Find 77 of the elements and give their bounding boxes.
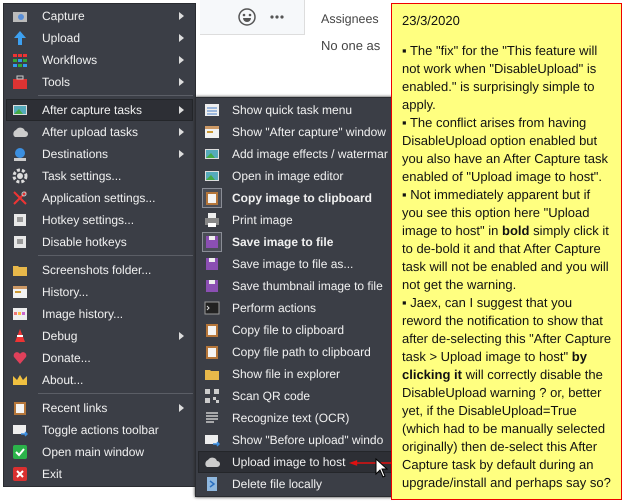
- menu-item[interactable]: Show "After capture" window: [198, 121, 392, 143]
- menu-item[interactable]: After capture tasks: [6, 99, 193, 121]
- menu-item[interactable]: Destinations: [6, 143, 193, 165]
- menu-item[interactable]: Toggle actions toolbar: [6, 419, 193, 441]
- toolbar-icon: [204, 432, 220, 448]
- smiley-icon[interactable]: [238, 8, 256, 26]
- menu-item[interactable]: Donate...: [6, 347, 193, 369]
- note-date: 23/3/2020: [402, 12, 461, 30]
- menu-item[interactable]: Copy image to clipboard: [198, 187, 392, 209]
- menu-item[interactable]: Save thumbnail image to file: [198, 275, 392, 297]
- clipboard-icon: [204, 344, 220, 360]
- toolbar-icon: [12, 422, 28, 438]
- image-icon: [204, 146, 220, 162]
- menu-item[interactable]: Exit: [6, 463, 193, 485]
- menu-item[interactable]: Copy file to clipboard: [198, 319, 392, 341]
- menu-item[interactable]: Task settings...: [6, 165, 193, 187]
- menu-item[interactable]: Save image to file as...: [198, 253, 392, 275]
- menu-item[interactable]: Copy file path to clipboard: [198, 341, 392, 363]
- note-paragraph: ▪ The conflict arises from having DisableUpload option enabled but you also have an After Capture task enabled of "Upload image to host".: [402, 114, 609, 186]
- image-icon: [204, 168, 220, 184]
- grid-icon: [12, 52, 28, 68]
- window-icon: [12, 284, 28, 300]
- clipboard-icon: [204, 190, 220, 206]
- qr-code-icon: [204, 388, 220, 404]
- menu-item[interactable]: Print image: [198, 209, 392, 231]
- tiles-icon: [12, 306, 28, 322]
- checkmark-icon: [12, 444, 28, 460]
- text-icon: [204, 410, 220, 426]
- note-paragraph: ▪ Not immediately apparent but if you see this option here "Upload image to host" in bold simply click it to de-bold it and that After Capture task will not be enabled and you will not get the warning.: [402, 186, 610, 294]
- menu-item[interactable]: Application settings...: [6, 187, 193, 209]
- menu-item[interactable]: Open in image editor: [198, 165, 392, 187]
- window-icon: [204, 124, 220, 140]
- menu-item[interactable]: Upload: [6, 27, 193, 49]
- menu-item[interactable]: Scan QR code: [198, 385, 392, 407]
- menu-item[interactable]: Disable hotkeys: [6, 231, 193, 253]
- menu-item[interactable]: Save image to file: [198, 231, 392, 253]
- note-paragraph: ▪ The "fix" for the "This feature will not work when "DisableUpload" is enabled." is surprisingly simple to apply.: [402, 42, 598, 114]
- sidebar-value: No one as: [321, 38, 380, 53]
- menu-item[interactable]: Show file in explorer: [198, 363, 392, 385]
- toolbox-icon: [12, 74, 28, 90]
- clipboard-icon: [204, 322, 220, 338]
- menu-item[interactable]: After upload tasks: [6, 121, 193, 143]
- note-paragraph: ▪ Jaex, can I suggest that you reword the notification to show that after de-selecting this "After Capture task > Upload image to host" by clicking it will correctly disable the DisableUpload warning ? or, better yet, if the DisableUpload=True (which had to be manually selected originally) then de-select this After Capture task by default during an upgrade/install and perhaps say so?: [402, 294, 612, 492]
- menu-item[interactable]: Workflows: [6, 49, 193, 71]
- menu-item[interactable]: Show quick task menu: [198, 99, 392, 121]
- menu-item[interactable]: Tools: [6, 71, 193, 93]
- menu-item[interactable]: Hotkey settings...: [6, 209, 193, 231]
- menu-item[interactable]: Perform actions: [198, 297, 392, 319]
- menu-item[interactable]: Debug: [6, 325, 193, 347]
- menu-item[interactable]: Show "Before upload" windo: [198, 429, 392, 451]
- menu-item[interactable]: History...: [6, 281, 193, 303]
- pointer-arrow: [349, 457, 391, 469]
- printer-icon: [204, 212, 220, 228]
- menu-item[interactable]: Image history...: [6, 303, 193, 325]
- heart-icon: [12, 350, 28, 366]
- sidebar-heading: Assignees: [321, 12, 380, 26]
- menu-item[interactable]: Upload image to host: [198, 451, 392, 473]
- terminal-icon: [204, 300, 220, 316]
- more-icon[interactable]: [270, 15, 284, 19]
- close-icon: [12, 466, 28, 482]
- menu-item[interactable]: Recent links: [6, 397, 193, 419]
- menu-item[interactable]: Add image effects / watermar: [198, 143, 392, 165]
- mouse-cursor-icon: [375, 458, 388, 478]
- clipboard-icon: [12, 400, 28, 416]
- gear-icon: [12, 168, 28, 184]
- menu-item[interactable]: Recognize text (OCR): [198, 407, 392, 429]
- menu-item[interactable]: Screenshots folder...: [6, 259, 193, 281]
- menu-item[interactable]: Capture: [6, 5, 193, 27]
- menu-item[interactable]: About...: [6, 369, 193, 391]
- image-icon: [12, 102, 28, 118]
- cone-icon: [12, 328, 28, 344]
- menu-item[interactable]: Open main window: [6, 441, 193, 463]
- keyboard-key-icon: [12, 234, 28, 250]
- menu-item[interactable]: Delete file locally: [198, 473, 392, 495]
- list-icon: [204, 102, 220, 118]
- keyboard-key-icon: [12, 212, 28, 228]
- upload-arrow-icon: [12, 30, 28, 46]
